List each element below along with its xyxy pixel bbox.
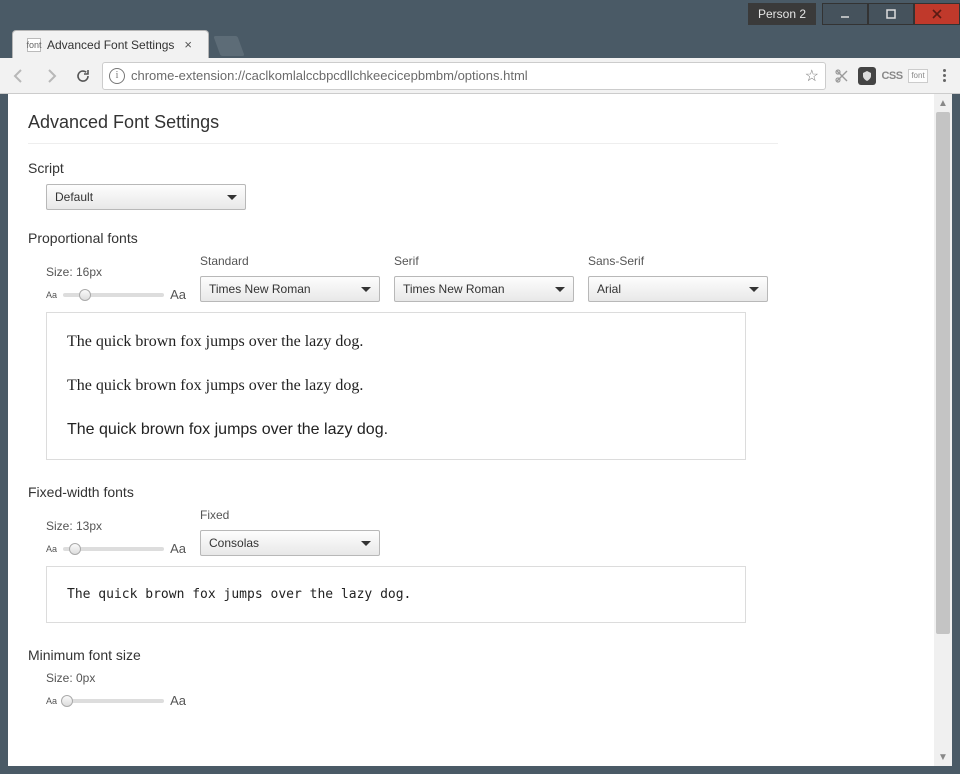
sans-font-value: Arial bbox=[597, 282, 621, 296]
fixed-preview: The quick brown fox jumps over the lazy … bbox=[46, 566, 746, 623]
page-title: Advanced Font Settings bbox=[28, 112, 778, 144]
slider-thumb[interactable] bbox=[61, 695, 73, 707]
slider-aa-big: Aa bbox=[170, 287, 186, 302]
scroll-down-arrow[interactable]: ▼ bbox=[934, 748, 952, 766]
preview-sans: The quick brown fox jumps over the lazy … bbox=[67, 421, 725, 439]
slider-thumb[interactable] bbox=[79, 289, 91, 301]
sans-label: Sans-Serif bbox=[588, 254, 768, 268]
tab-strip: font Advanced Font Settings × bbox=[0, 28, 960, 58]
window-maximize-button[interactable] bbox=[868, 3, 914, 25]
proportional-heading: Proportional fonts bbox=[28, 230, 914, 246]
vertical-scrollbar[interactable]: ▲ ▼ bbox=[934, 94, 952, 766]
scroll-track[interactable] bbox=[934, 112, 952, 748]
preview-serif: The quick brown fox jumps over the lazy … bbox=[67, 377, 725, 395]
sans-font-dropdown[interactable]: Arial bbox=[588, 276, 768, 302]
nav-back-button[interactable] bbox=[6, 63, 32, 89]
slider-aa-small: Aa bbox=[46, 290, 57, 300]
slider-aa-small: Aa bbox=[46, 696, 57, 706]
standard-font-value: Times New Roman bbox=[209, 282, 311, 296]
extension-icon-scissors[interactable] bbox=[832, 66, 852, 86]
serif-label: Serif bbox=[394, 254, 574, 268]
address-bar[interactable]: i chrome-extension://caclkomlalccbpcdllc… bbox=[102, 62, 826, 90]
slider-thumb[interactable] bbox=[69, 543, 81, 555]
tab-favicon: font bbox=[27, 38, 41, 52]
script-dropdown-value: Default bbox=[55, 190, 93, 204]
window-close-button[interactable] bbox=[914, 3, 960, 25]
bookmark-star-icon[interactable]: ☆ bbox=[805, 66, 819, 86]
proportional-size-slider[interactable] bbox=[63, 293, 164, 297]
chevron-down-icon bbox=[361, 541, 371, 546]
site-info-icon[interactable]: i bbox=[109, 68, 125, 84]
nav-forward-button[interactable] bbox=[38, 63, 64, 89]
chevron-down-icon bbox=[227, 195, 237, 200]
slider-aa-big: Aa bbox=[170, 693, 186, 708]
window-titlebar: Person 2 bbox=[0, 0, 960, 28]
page-viewport: Advanced Font Settings Script Default Pr… bbox=[8, 94, 934, 766]
browser-menu-button[interactable] bbox=[934, 69, 954, 82]
proportional-preview: The quick brown fox jumps over the lazy … bbox=[46, 312, 746, 460]
window-minimize-button[interactable] bbox=[822, 3, 868, 25]
extension-icon-ublock[interactable] bbox=[858, 67, 876, 85]
scroll-thumb[interactable] bbox=[936, 112, 950, 634]
minimum-heading: Minimum font size bbox=[28, 647, 914, 663]
extension-icon-font[interactable]: font bbox=[908, 69, 928, 83]
slider-aa-big: Aa bbox=[170, 541, 186, 556]
profile-badge[interactable]: Person 2 bbox=[748, 3, 816, 25]
fixed-heading: Fixed-width fonts bbox=[28, 484, 914, 500]
chevron-down-icon bbox=[555, 287, 565, 292]
scroll-up-arrow[interactable]: ▲ bbox=[934, 94, 952, 112]
chevron-down-icon bbox=[749, 287, 759, 292]
new-tab-button[interactable] bbox=[213, 36, 244, 56]
fixed-label: Fixed bbox=[200, 508, 380, 522]
extension-icon-css[interactable]: CSS bbox=[882, 66, 902, 86]
minimum-size-slider[interactable] bbox=[63, 699, 164, 703]
script-dropdown[interactable]: Default bbox=[46, 184, 246, 210]
browser-toolbar: i chrome-extension://caclkomlalccbpcdllc… bbox=[0, 58, 960, 94]
preview-standard: The quick brown fox jumps over the lazy … bbox=[67, 333, 725, 351]
proportional-size-label: Size: 16px bbox=[46, 265, 186, 279]
slider-aa-small: Aa bbox=[46, 544, 57, 554]
standard-label: Standard bbox=[200, 254, 380, 268]
fixed-size-slider[interactable] bbox=[63, 547, 164, 551]
serif-font-value: Times New Roman bbox=[403, 282, 505, 296]
standard-font-dropdown[interactable]: Times New Roman bbox=[200, 276, 380, 302]
minimum-size-label: Size: 0px bbox=[46, 671, 186, 685]
preview-fixed: The quick brown fox jumps over the lazy … bbox=[67, 587, 725, 602]
serif-font-dropdown[interactable]: Times New Roman bbox=[394, 276, 574, 302]
fixed-font-value: Consolas bbox=[209, 536, 259, 550]
reload-button[interactable] bbox=[70, 63, 96, 89]
fixed-size-label: Size: 13px bbox=[46, 519, 186, 533]
fixed-font-dropdown[interactable]: Consolas bbox=[200, 530, 380, 556]
chevron-down-icon bbox=[361, 287, 371, 292]
tab-close-icon[interactable]: × bbox=[184, 37, 192, 52]
url-text: chrome-extension://caclkomlalccbpcdllchk… bbox=[131, 68, 799, 83]
script-section-label: Script bbox=[28, 160, 914, 176]
browser-tab[interactable]: font Advanced Font Settings × bbox=[12, 30, 209, 58]
tab-title: Advanced Font Settings bbox=[47, 38, 174, 52]
